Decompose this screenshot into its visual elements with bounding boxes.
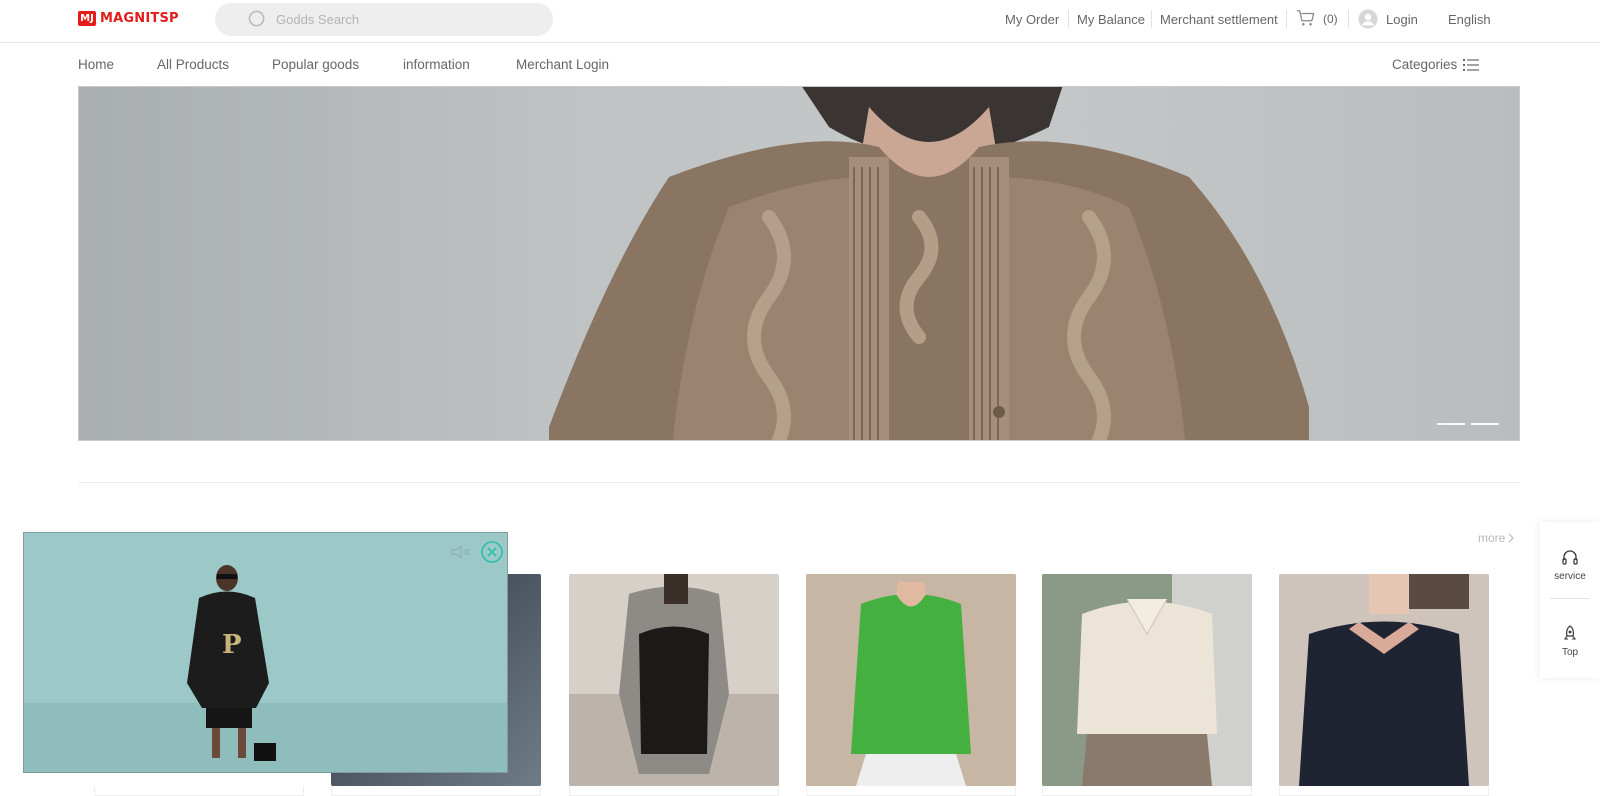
product-card-footer	[806, 786, 1016, 796]
search-box[interactable]	[215, 3, 553, 36]
banner-sweater-image	[549, 87, 1309, 440]
product-photo	[1279, 574, 1489, 786]
side-toolbar: service Top	[1540, 522, 1600, 678]
product-card-footer	[331, 786, 541, 796]
headset-icon	[1562, 549, 1578, 565]
hero-banner[interactable]	[78, 86, 1520, 441]
divider	[1151, 10, 1152, 28]
language-selector[interactable]: English	[1448, 12, 1491, 27]
merchant-settlement-link[interactable]: Merchant settlement	[1160, 12, 1278, 27]
search-icon[interactable]	[248, 10, 267, 29]
logo-mark-icon: MJ	[78, 11, 96, 26]
floating-video-player[interactable]: P	[23, 532, 508, 773]
main-nav: Home All Products Popular goods informat…	[0, 43, 1600, 86]
list-menu-icon	[1463, 58, 1480, 71]
divider	[1348, 10, 1349, 28]
my-order-link[interactable]: My Order	[1005, 12, 1059, 27]
search-input[interactable]	[276, 12, 526, 27]
nav-information[interactable]: information	[403, 57, 470, 72]
rocket-icon	[1563, 624, 1577, 640]
nav-all-products[interactable]: All Products	[157, 57, 229, 72]
product-photo	[1042, 574, 1252, 786]
my-balance-link[interactable]: My Balance	[1077, 12, 1145, 27]
service-label: service	[1554, 570, 1586, 582]
top-label: Top	[1561, 646, 1579, 658]
more-link[interactable]: more	[1478, 531, 1515, 545]
product-card-footer	[1042, 786, 1252, 796]
categories-label: Categories	[1392, 57, 1458, 72]
video-frame: P	[24, 533, 507, 772]
cart-icon[interactable]	[1296, 9, 1316, 27]
back-to-top-button[interactable]: Top	[1540, 606, 1600, 676]
top-bar: MJ MAGNITSP My Order My Balance Merchant…	[0, 0, 1600, 43]
product-card-footer	[94, 786, 304, 796]
divider	[1286, 10, 1287, 28]
service-button[interactable]: service	[1540, 530, 1600, 600]
product-card-image[interactable]	[1042, 574, 1252, 786]
divider	[1550, 598, 1590, 599]
site-logo[interactable]: MJ MAGNITSP	[78, 11, 179, 26]
product-card-footer	[569, 786, 779, 796]
categories-menu[interactable]: Categories	[1392, 57, 1480, 72]
product-card-footer	[1279, 786, 1489, 796]
banner-dot[interactable]	[1471, 423, 1499, 425]
svg-text:P: P	[222, 630, 242, 660]
banner-dot[interactable]	[1437, 423, 1465, 425]
product-card-image[interactable]	[569, 574, 779, 786]
more-label: more	[1478, 531, 1506, 545]
close-icon[interactable]	[480, 540, 504, 564]
user-avatar-icon[interactable]	[1358, 9, 1378, 29]
logo-text: MAGNITSP	[100, 11, 179, 26]
divider	[1068, 10, 1069, 28]
product-card-image[interactable]	[1279, 574, 1489, 786]
section-divider	[78, 482, 1520, 483]
product-photo	[806, 574, 1016, 786]
nav-merchant-login[interactable]: Merchant Login	[516, 57, 609, 72]
nav-home[interactable]: Home	[78, 57, 114, 72]
product-photo	[569, 574, 779, 786]
chevron-right-icon	[1508, 533, 1515, 543]
nav-popular-goods[interactable]: Popular goods	[272, 57, 359, 72]
product-card-image[interactable]	[806, 574, 1016, 786]
cart-count[interactable]: (0)	[1323, 12, 1338, 26]
login-link[interactable]: Login	[1386, 12, 1418, 27]
banner-pagination	[1437, 423, 1499, 425]
mute-icon[interactable]	[450, 543, 472, 561]
